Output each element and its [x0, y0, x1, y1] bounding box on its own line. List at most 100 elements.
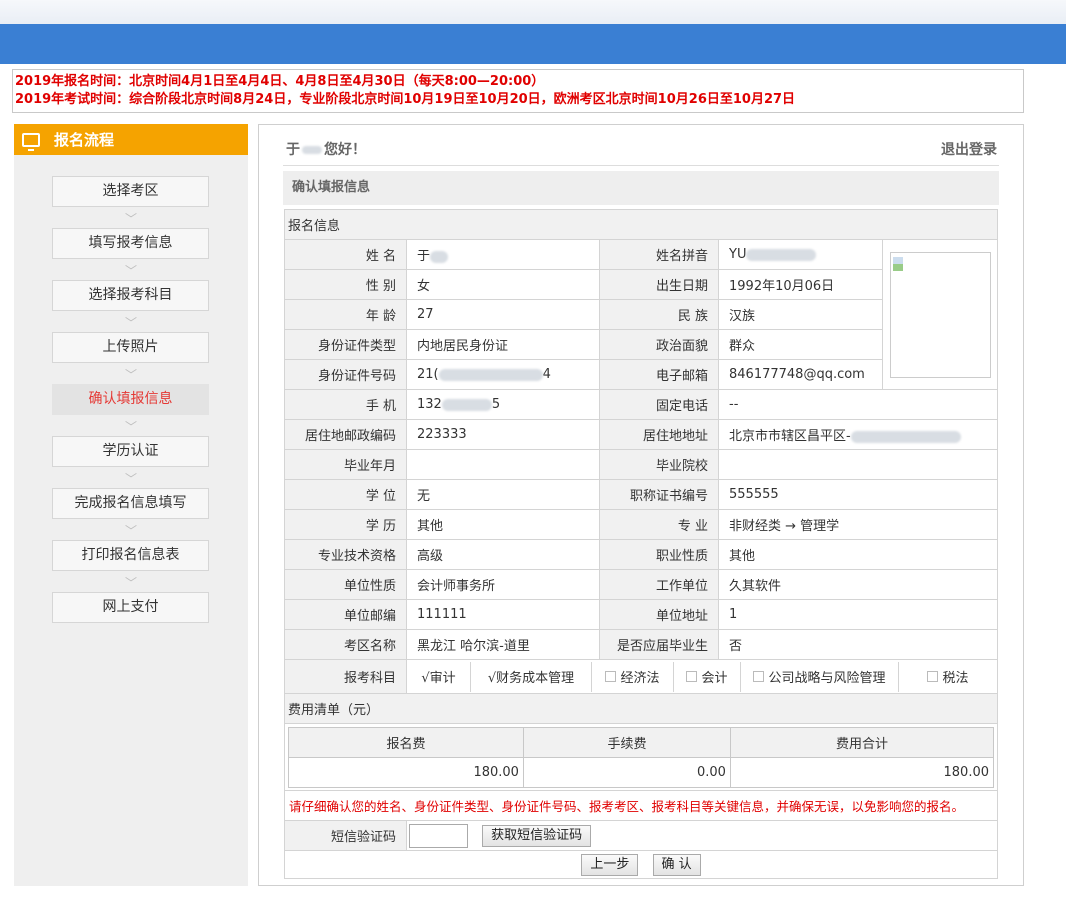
phone-label: 固定电话	[599, 389, 719, 420]
major-value: 非财经类 → 管理学	[718, 509, 998, 540]
info-table: 报名信息 姓 名 于 姓名拼音 YU 性 别 女 出生日期 1992年10月06…	[284, 209, 998, 879]
sms-label: 短信验证码	[284, 820, 407, 851]
gender-label: 性 别	[284, 269, 407, 300]
step-select-subjects[interactable]: 选择报考科目	[52, 280, 209, 311]
subjects-row: √审计 √财务成本管理 经济法 会计 公司战略与风险管理 税法	[406, 659, 998, 694]
step-education-verify[interactable]: 学历认证	[52, 436, 209, 467]
gradyear-label: 毕业年月	[284, 449, 407, 480]
chevron-down-icon: ﹀	[124, 368, 137, 382]
subject-economic-law[interactable]: 经济法	[592, 661, 674, 692]
step-print[interactable]: 打印报名信息表	[52, 540, 209, 571]
idno-label: 身份证件号码	[284, 359, 407, 390]
subject-financial-cost-management: √财务成本管理	[471, 661, 592, 692]
ethnic-value: 汉族	[718, 299, 883, 330]
subject-audit: √审计	[407, 661, 471, 692]
fresh-label: 是否应届毕业生	[599, 629, 719, 660]
mobile-value: 132 5	[406, 389, 600, 420]
chevron-down-icon: ﹀	[124, 524, 137, 538]
school-value	[718, 449, 998, 480]
subject-accounting[interactable]: 会计	[674, 661, 741, 692]
confirm-button[interactable]: 确 认	[652, 853, 701, 876]
sidebar-header: 报名流程	[14, 124, 248, 155]
applicant-photo	[889, 251, 991, 378]
fee-title: 费用清单（元）	[284, 693, 998, 724]
orgzip-value: 111111	[406, 599, 600, 630]
edu-value: 其他	[406, 509, 600, 540]
subjects-label: 报考科目	[284, 659, 407, 694]
chevron-down-icon: ﹀	[124, 420, 137, 434]
job-label: 职业性质	[599, 539, 719, 570]
degree-label: 学 位	[284, 479, 407, 510]
politics-value: 群众	[718, 329, 883, 360]
main-panel: 于 您好！ 退出登录 确认填报信息 报名信息 姓 名 于 姓名拼音 YU 性 别 …	[258, 124, 1024, 886]
cert-label: 职称证书编号	[599, 479, 719, 510]
cert-value: 555555	[718, 479, 998, 510]
name-label: 姓 名	[284, 239, 407, 270]
edu-label: 学 历	[284, 509, 407, 540]
redacted-value	[441, 398, 492, 411]
org-label: 工作单位	[599, 569, 719, 600]
address-value: 北京市市辖区昌平区-	[718, 419, 998, 450]
exam-time-notice: 2019年考试时间：综合阶段北京时间8月24日，专业阶段北京时间10月19日至1…	[15, 92, 796, 107]
section-title: 确认填报信息	[283, 171, 999, 205]
sms-code-input[interactable]	[409, 823, 468, 848]
step-fill-info[interactable]: 填写报考信息	[52, 228, 209, 259]
fee-header-total: 费用合计	[729, 727, 995, 758]
info-group-title: 报名信息	[284, 209, 998, 240]
chevron-down-icon: ﹀	[124, 264, 137, 278]
subject-strategy-risk[interactable]: 公司战略与风险管理	[741, 661, 899, 692]
notice-box: 2019年报名时间：北京时间4月1日至4月4日、4月8日至4月30日（每天8:0…	[12, 69, 1024, 113]
major-label: 专 业	[599, 509, 719, 540]
checkbox-icon[interactable]	[605, 671, 617, 682]
orgaddr-label: 单位地址	[599, 599, 719, 630]
prev-step-button[interactable]: 上一步	[581, 853, 639, 876]
sidebar: 报名流程 选择考区 ﹀ 填写报考信息 ﹀ 选择报考科目 ﹀ 上传照片 ﹀ 确认填…	[14, 124, 248, 886]
ethnic-label: 民 族	[599, 299, 719, 330]
pinyin-label: 姓名拼音	[599, 239, 719, 270]
checkbox-icon[interactable]	[686, 671, 698, 682]
fee-cell: 报名费 手续费 费用合计 180.00 0.00 180.00	[284, 723, 998, 791]
greeting-text: 您好！	[324, 142, 366, 158]
subject-tax-law[interactable]: 税法	[899, 662, 997, 692]
zip-value: 223333	[406, 419, 600, 450]
chevron-down-icon: ﹀	[124, 472, 137, 486]
birth-label: 出生日期	[599, 269, 719, 300]
redacted-value	[438, 368, 543, 381]
sms-row: 获取短信验证码	[406, 820, 998, 851]
logout-link[interactable]: 退出登录	[941, 139, 997, 159]
checkbox-icon[interactable]	[753, 671, 765, 682]
greeting: 于 您好！	[286, 139, 366, 159]
greeting-name: 于	[286, 142, 300, 158]
step-online-payment[interactable]: 网上支付	[52, 592, 209, 623]
fee-registration-value: 180.00	[288, 757, 524, 788]
age-label: 年 龄	[284, 299, 407, 330]
zip-label: 居住地邮政编码	[284, 419, 407, 450]
checkbox-icon[interactable]	[927, 671, 939, 682]
org-value: 久其软件	[718, 569, 998, 600]
step-confirm-info[interactable]: 确认填报信息	[52, 384, 209, 415]
action-bar: 上一步 确 认	[284, 850, 998, 879]
redacted-value	[746, 248, 817, 261]
fee-header-service: 手续费	[522, 727, 731, 758]
redacted-value	[850, 430, 961, 443]
fresh-value: 否	[718, 629, 998, 660]
qual-label: 专业技术资格	[284, 539, 407, 570]
fee-header-registration: 报名费	[288, 727, 524, 758]
email-value: 846177748@qq.com	[718, 359, 883, 390]
degree-value: 无	[406, 479, 600, 510]
age-value: 27	[406, 299, 600, 330]
step-complete[interactable]: 完成报名信息填写	[52, 488, 209, 519]
area-value: 黑龙江 哈尔滨-道里	[406, 629, 600, 660]
get-sms-code-button[interactable]: 获取短信验证码	[482, 824, 592, 847]
step-select-area[interactable]: 选择考区	[52, 176, 209, 207]
divider	[283, 165, 999, 166]
fee-total-value: 180.00	[729, 757, 995, 788]
step-upload-photo[interactable]: 上传照片	[52, 332, 209, 363]
redacted-value	[430, 250, 449, 263]
fee-table: 报名费 手续费 费用合计 180.00 0.00 180.00	[288, 727, 995, 788]
chevron-down-icon: ﹀	[124, 316, 137, 330]
job-value: 其他	[718, 539, 998, 570]
pinyin-value: YU	[718, 239, 883, 270]
top-strip	[0, 0, 1066, 24]
confirm-warning: 请仔细确认您的姓名、身份证件类型、身份证件号码、报考考区、报考科目等关键信息，并…	[284, 790, 998, 821]
